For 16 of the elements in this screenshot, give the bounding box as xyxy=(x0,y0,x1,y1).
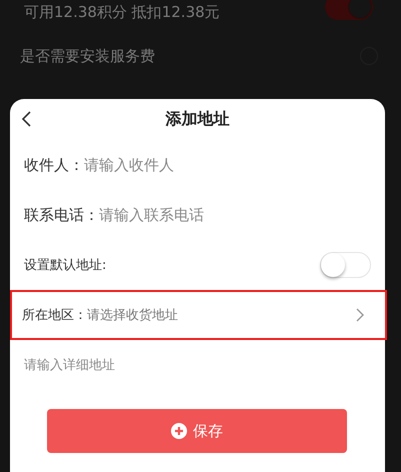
region-picker[interactable]: 请选择收货地址 xyxy=(87,306,355,324)
field-label: 设置默认地址: xyxy=(24,257,106,274)
save-button[interactable]: 保存 xyxy=(47,409,347,453)
dialog-title: 添加地址 xyxy=(166,109,230,130)
input-field[interactable]: 请输入联系电话 xyxy=(99,206,371,224)
chevron-right-icon xyxy=(355,307,365,323)
toggle-switch[interactable] xyxy=(325,0,373,20)
service-label: 是否需要安装服务费 xyxy=(20,46,155,66)
field-label: 收件人： xyxy=(24,156,84,174)
input-field[interactable]: 请输入收件人 xyxy=(84,156,371,174)
field-label: 所在地区： xyxy=(22,307,87,324)
field-label: 联系电话： xyxy=(24,206,99,224)
points-text: 可用12.38积分 抵扣12.38元 xyxy=(24,2,220,22)
address-field[interactable]: 请输入详细地址 xyxy=(24,358,371,372)
plus-icon xyxy=(171,423,187,439)
toggle-switch[interactable] xyxy=(320,252,371,278)
